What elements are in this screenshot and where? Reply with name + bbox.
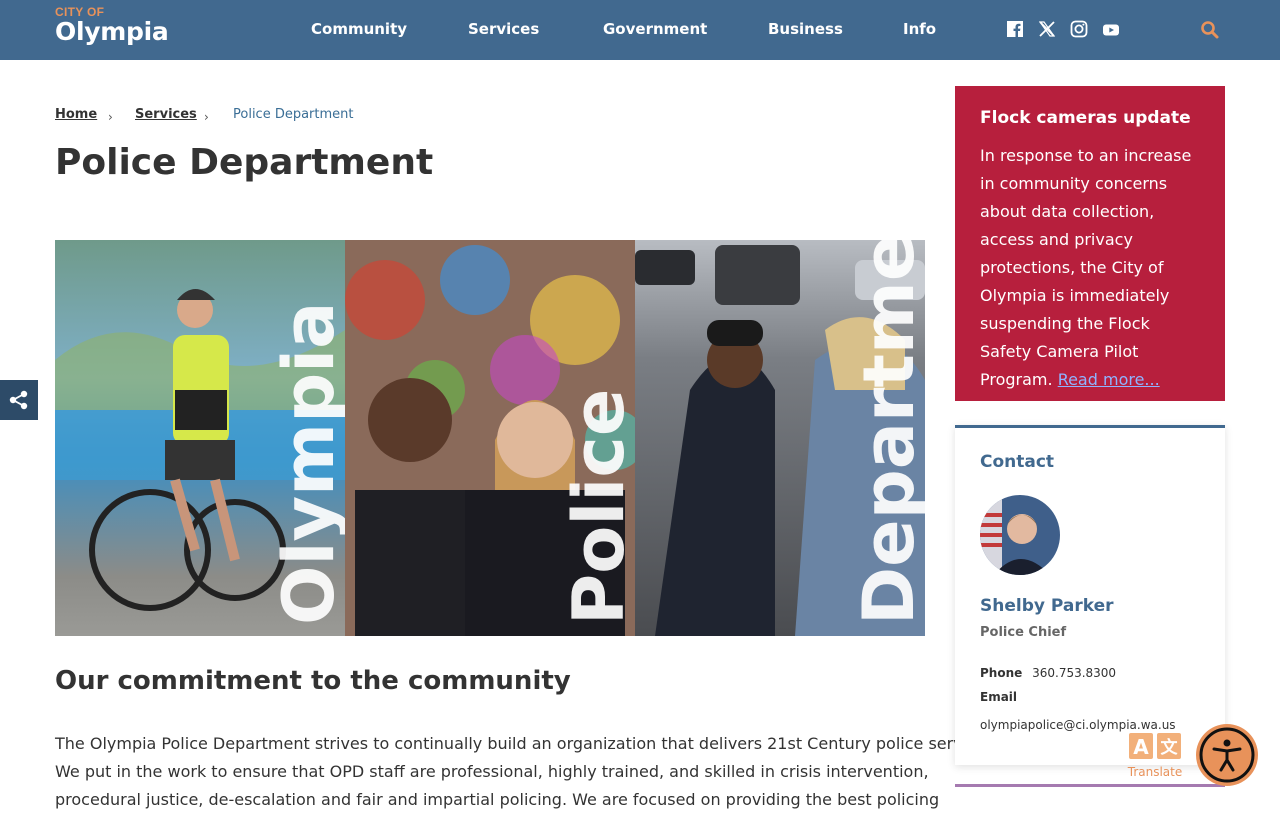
contact-name: Shelby Parker [980, 596, 1114, 616]
site-header: CITY OF Olympia Community Services Gover… [0, 0, 1280, 60]
hero-word-olympia: Olympia [268, 302, 350, 625]
hero-word-police: Police [558, 389, 640, 625]
body-line: procedural justice, de-escalation and fa… [55, 790, 940, 809]
breadcrumb-separator: › [204, 110, 209, 124]
nav-business[interactable]: Business [768, 20, 843, 38]
share-button[interactable] [0, 380, 38, 420]
contact-card: Contact Shelby Parker Police Chief Phone… [955, 425, 1225, 765]
nav-info[interactable]: Info [903, 20, 936, 38]
accessibility-button[interactable] [1196, 724, 1258, 786]
section-heading: Our commitment to the community [55, 666, 571, 696]
flock-alert: Flock cameras update In response to an i… [955, 86, 1225, 401]
phone-number[interactable]: 360.753.8300 [1032, 666, 1116, 680]
svg-text:文: 文 [1161, 737, 1179, 758]
body-paragraph: The Olympia Police Department strives to… [55, 730, 1000, 814]
x-icon[interactable] [1038, 20, 1056, 38]
hero-word-department: Department [848, 240, 925, 625]
youtube-icon[interactable] [1102, 21, 1120, 39]
city-logo[interactable]: CITY OF Olympia [55, 5, 169, 46]
breadcrumb-separator: › [108, 110, 113, 124]
search-icon[interactable] [1200, 20, 1220, 40]
avatar [980, 495, 1060, 575]
facebook-icon[interactable] [1006, 20, 1024, 38]
logo-olympia: Olympia [55, 17, 169, 46]
nav-community[interactable]: Community [311, 20, 407, 38]
accessibility-icon [1199, 727, 1255, 783]
contact-phone-row: Phone 360.753.8300 [980, 666, 1116, 680]
card-divider [955, 784, 1225, 787]
alert-body: In response to an increase in community … [980, 146, 1192, 389]
breadcrumb-services[interactable]: Services [135, 107, 197, 122]
body-line: The Olympia Police Department strives to… [55, 734, 1000, 753]
contact-role: Police Chief [980, 625, 1067, 640]
hero-image: Olympia Police Department [55, 240, 925, 636]
email-label: Email [980, 690, 1018, 704]
hero-collage: Olympia Police Department [55, 240, 925, 636]
instagram-icon[interactable] [1070, 20, 1088, 38]
page-title: Police Department [55, 142, 434, 183]
share-icon [9, 390, 28, 410]
translate-icon: A 文 [1129, 733, 1181, 759]
email-address[interactable]: olympiapolice@ci.olympia.wa.us [980, 718, 1176, 732]
contact-heading: Contact [980, 452, 1055, 472]
translate-label: Translate [1127, 765, 1183, 779]
nav-government[interactable]: Government [603, 20, 707, 38]
breadcrumb-home[interactable]: Home [55, 107, 97, 122]
translate-button[interactable]: A 文 Translate [1126, 731, 1184, 781]
nav-services[interactable]: Services [468, 20, 539, 38]
alert-title: Flock cameras update [980, 108, 1191, 128]
svg-text:A: A [1133, 735, 1149, 759]
read-more-link[interactable]: Read more... [1058, 370, 1160, 389]
body-line: We put in the work to ensure that OPD st… [55, 762, 929, 781]
breadcrumb-current: Police Department [233, 107, 354, 122]
alert-text: In response to an increase in community … [980, 142, 1200, 394]
phone-label: Phone [980, 666, 1023, 680]
